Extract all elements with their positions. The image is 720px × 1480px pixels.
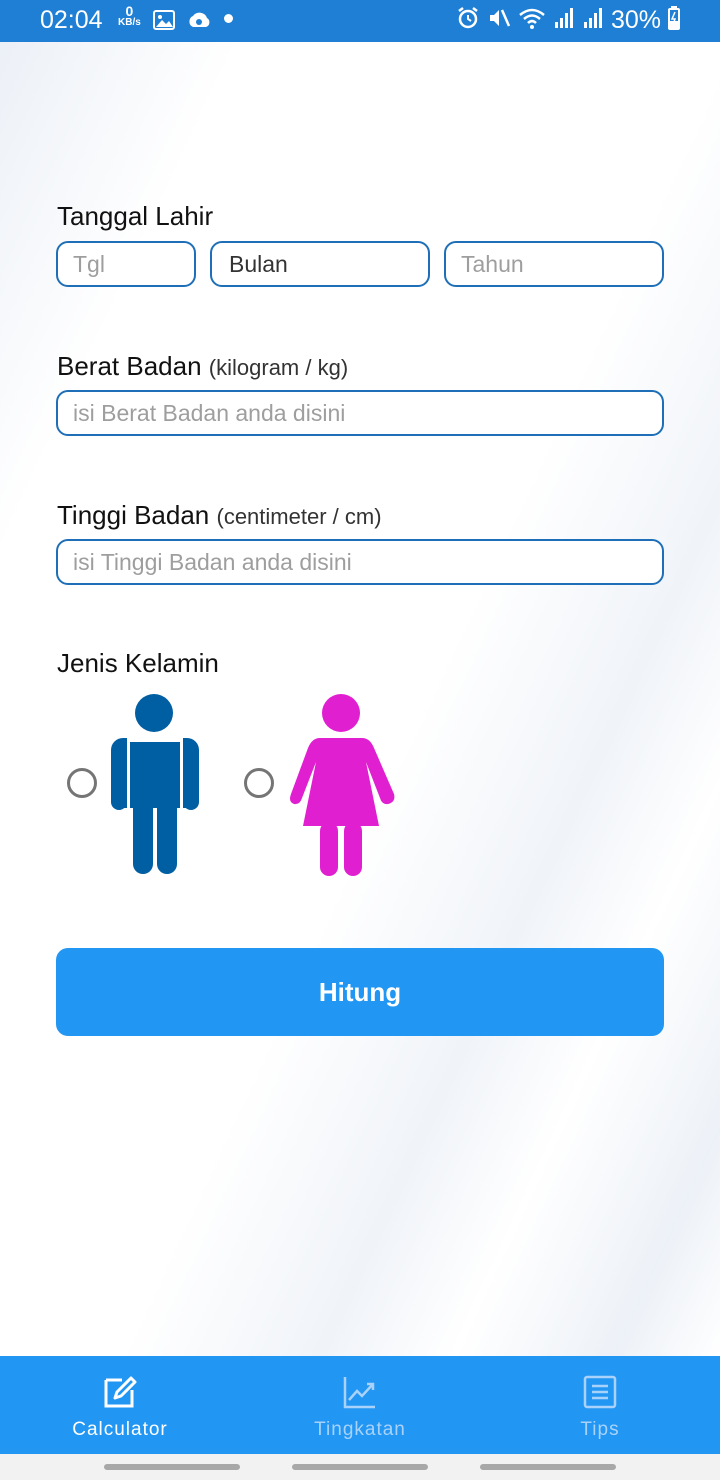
nav-label-tingkatan: Tingkatan: [314, 1419, 406, 1440]
height-unit: (centimeter / cm): [216, 504, 382, 529]
notification-dot-icon: [224, 14, 233, 23]
gender-label: Jenis Kelamin: [57, 648, 219, 678]
weight-input[interactable]: isi Berat Badan anda disini: [56, 390, 664, 436]
female-radio[interactable]: [244, 768, 274, 798]
male-radio[interactable]: [67, 768, 97, 798]
battery-percent: 30%: [610, 6, 661, 34]
wifi-icon: [518, 6, 546, 35]
weight-label: Berat Badan (kilogram / kg): [57, 351, 348, 382]
gallery-icon: [153, 10, 175, 35]
female-icon[interactable]: [290, 694, 396, 876]
battery-charging-icon: [668, 6, 680, 35]
mute-icon: [487, 6, 511, 35]
edit-icon: [104, 1376, 137, 1408]
nav-label-tips: Tips: [580, 1419, 620, 1440]
male-icon[interactable]: [111, 694, 199, 874]
gesture-bar: [0, 1454, 720, 1480]
height-label: Tinggi Badan (centimeter / cm): [57, 500, 382, 531]
birth-year-input[interactable]: Tahun: [444, 241, 664, 287]
calculate-button[interactable]: Hitung: [56, 948, 664, 1036]
chart-icon: [343, 1377, 375, 1409]
network-speed-value: 0: [125, 3, 134, 19]
height-input[interactable]: isi Tinggi Badan anda disini: [56, 539, 664, 585]
status-right: 30%: [456, 6, 680, 35]
list-icon: [583, 1375, 617, 1409]
gesture-hint-left[interactable]: [104, 1464, 240, 1470]
weight-label-text: Berat Badan: [57, 351, 202, 381]
network-speed-unit: KB/s: [118, 17, 141, 28]
status-time: 02:04: [40, 6, 103, 34]
bottom-nav: Calculator Tingkatan Tips: [0, 1356, 720, 1454]
nav-item-tips[interactable]: Tips: [480, 1356, 720, 1454]
signal-icon: [553, 7, 575, 34]
nav-item-calculator[interactable]: Calculator: [0, 1356, 240, 1454]
nav-label-calculator: Calculator: [72, 1419, 168, 1440]
status-bar: 02:04 0 KB/s 30%: [0, 0, 720, 42]
alarm-icon: [456, 6, 480, 35]
network-speed: 0 KB/s: [118, 3, 141, 28]
birth-date-label: Tanggal Lahir: [57, 201, 214, 231]
cloud-sync-icon: [186, 9, 212, 36]
gesture-hint-right[interactable]: [480, 1464, 616, 1470]
gesture-hint-center[interactable]: [292, 1464, 428, 1470]
height-label-text: Tinggi Badan: [57, 500, 210, 530]
weight-unit: (kilogram / kg): [208, 355, 349, 380]
birth-day-input[interactable]: Tgl: [56, 241, 196, 287]
nav-item-tingkatan[interactable]: Tingkatan: [240, 1356, 480, 1454]
birth-month-select[interactable]: Bulan: [210, 241, 430, 287]
signal-2-icon: [582, 7, 604, 34]
